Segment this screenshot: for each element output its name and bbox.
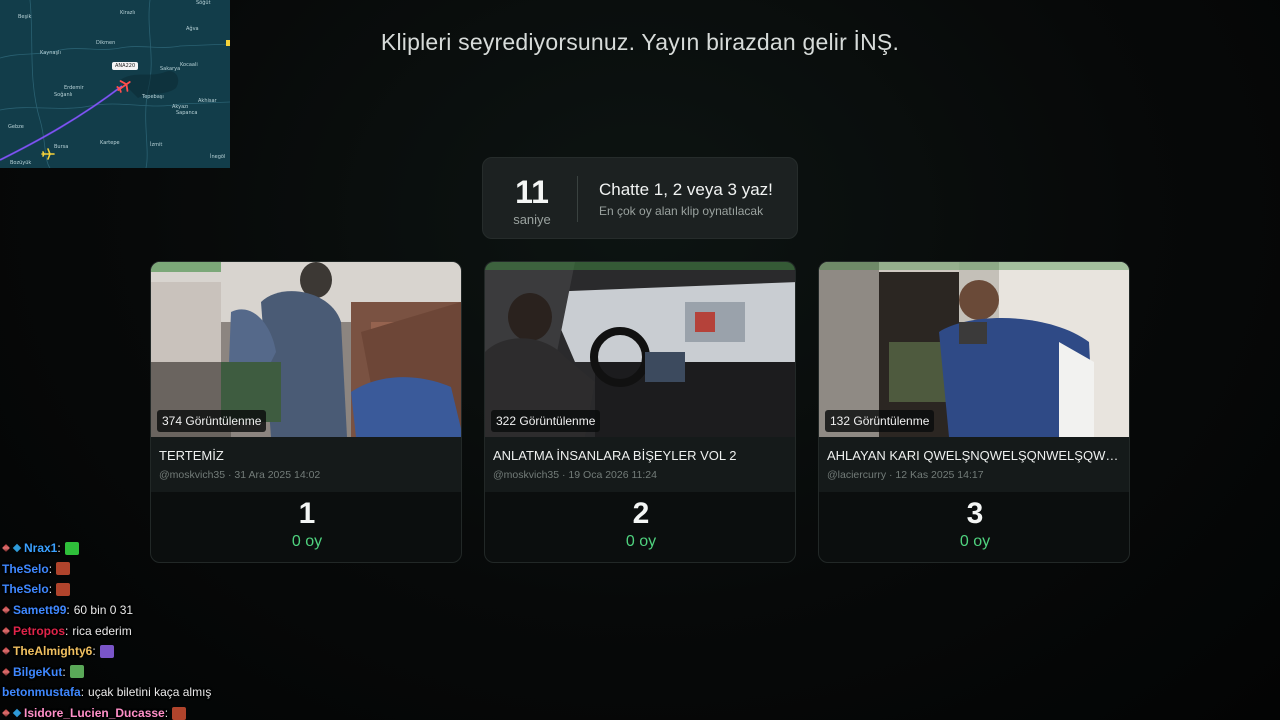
vote-number: 2	[632, 497, 650, 530]
chat-emote-icon	[56, 582, 71, 596]
chat-username[interactable]: betonmustafa	[2, 685, 81, 699]
chat-separator: :	[92, 644, 96, 659]
diamond-badge-icon	[12, 544, 22, 553]
vote-count: 0 oy	[625, 533, 657, 550]
map-city-label: Bursa	[54, 144, 69, 150]
map-city-label: Akhisar	[198, 98, 217, 104]
map-city-label: Tepebaşı	[142, 94, 164, 100]
chat-message: BilgeKut:	[2, 662, 242, 683]
chat-username[interactable]: Isidore_Lucien_Ducasse	[24, 706, 165, 720]
clip-card-2[interactable]: 322 Görüntülenme ANLATMA İNSANLARA BİŞEY…	[484, 261, 796, 563]
timer-seconds: 11	[515, 174, 549, 210]
chat-username[interactable]: BilgeKut	[13, 665, 62, 679]
clip-meta: AHLAYAN KARI QWELŞNQWELŞQNWELŞQWNLEŞQWNE…	[819, 437, 1129, 492]
chat-emote-icon	[64, 541, 79, 555]
clip-thumbnail: 322 Görüntülenme	[485, 262, 795, 437]
vote-count: 0 oy	[959, 533, 991, 550]
chat-separator: :	[65, 623, 69, 638]
chat-separator: :	[80, 685, 85, 700]
view-count-badge: 322 Görüntülenme	[491, 410, 601, 432]
clip-title: TERTEMİZ	[159, 448, 224, 463]
chat-emote-icon	[69, 665, 84, 679]
chat-username[interactable]: Nrax1	[24, 541, 57, 555]
chat-username[interactable]: TheAlmighty6	[13, 644, 92, 658]
timer-unit: saniye	[513, 212, 551, 227]
clip-title: ANLATMA İNSANLARA BİŞEYLER VOL 2	[493, 448, 737, 463]
vote-timer-panel: 11 saniye Chatte 1, 2 veya 3 yaz! En çok…	[482, 157, 798, 239]
headline: Klipleri seyrediyorsunuz. Yayın birazdan…	[380, 29, 900, 55]
chat-separator: :	[48, 582, 53, 597]
chat-emote-icon	[56, 562, 71, 576]
chat-emote-icon	[172, 706, 187, 720]
diamond-badge-icon	[12, 708, 22, 718]
chat-message: TheSelo:	[2, 559, 242, 580]
chat-separator: :	[62, 664, 66, 679]
map-city-label: Erdemir	[64, 85, 84, 91]
chat-text: uçak biletini kaça almış	[88, 685, 212, 700]
map-city-label: Akyazı	[172, 104, 189, 110]
chat-message: TheAlmighty6:	[2, 641, 242, 662]
pencil-badge-icon	[2, 709, 10, 718]
map-city-label: Sapanca	[176, 110, 198, 116]
divider	[577, 176, 578, 222]
clip-title: AHLAYAN KARI QWELŞNQWELŞQNWELŞQWNLEŞQWNE…	[827, 448, 1123, 463]
chat-feed: Nrax1: TheSelo: TheSelo: Samett99:60 bin 0 …	[2, 538, 242, 720]
clip-card-3[interactable]: 132 Görüntülenme AHLAYAN KARI QWELŞNQWEL…	[818, 261, 1130, 563]
chat-emote-icon	[99, 644, 114, 658]
flight-map: Beşik Dikmen Kirazlı Ağva Kocaali Kaynaş…	[0, 0, 230, 168]
chat-message: Nrax1:	[2, 538, 242, 559]
vote-number: 1	[298, 497, 316, 530]
chat-username[interactable]: Petropos	[13, 624, 65, 638]
clip-thumbnail: 374 Görüntülenme	[151, 262, 461, 437]
clip-meta: TERTEMİZ @moskvich35 · 31 Ara 2025 14:02	[151, 437, 461, 492]
pencil-badge-icon	[2, 606, 10, 615]
clip-author-date: @moskvich35 · 31 Ara 2025 14:02	[159, 469, 321, 481]
chat-separator: :	[66, 603, 70, 618]
chat-message: TheSelo:	[2, 579, 242, 600]
timer-instruction: Chatte 1, 2 veya 3 yaz!	[599, 180, 773, 199]
chat-message: betonmustafa: uçak biletini kaça almış	[2, 682, 242, 703]
pencil-badge-icon	[2, 647, 10, 656]
chat-separator: :	[57, 541, 61, 556]
map-city-label: Kirazlı	[120, 10, 136, 16]
pencil-badge-icon	[2, 626, 10, 635]
chat-username[interactable]: Samett99	[13, 603, 66, 617]
chat-message: Petropos: rica ederim	[2, 620, 242, 641]
chat-message: Isidore_Lucien_Ducasse:	[2, 703, 242, 720]
chat-text: rica ederim	[72, 623, 132, 638]
chat-message: Samett99:60 bin 0 31	[2, 600, 242, 621]
chat-separator: :	[48, 561, 53, 576]
flight-callsign-tag: ANA220	[112, 62, 139, 70]
view-count-badge: 132 Görüntülenme	[825, 410, 935, 432]
map-city-label: Kocaali	[180, 62, 198, 68]
map-city-label: Gebze	[8, 124, 24, 130]
map-city-label: Söğüt	[196, 0, 211, 6]
pencil-badge-icon	[2, 544, 10, 553]
map-city-label: İzmit	[150, 142, 163, 148]
clip-card-1[interactable]: 374 Görüntülenme TERTEMİZ @moskvich35 · …	[150, 261, 462, 563]
map-city-label: Sakarya	[160, 66, 181, 72]
chat-username[interactable]: TheSelo	[2, 562, 49, 576]
clip-author-date: @moskvich35 · 19 Oca 2026 11:24	[493, 469, 657, 481]
timer-subtitle: En çok oy alan klip oynatılacak	[599, 204, 764, 218]
chat-separator: :	[164, 706, 169, 720]
vote-number: 3	[966, 497, 984, 530]
map-city-label: Beşik	[18, 14, 32, 20]
map-city-label: İnegöl	[210, 154, 226, 160]
clip-thumbnail: 132 Görüntülenme	[819, 262, 1129, 437]
clip-author-date: @laciercurry · 12 Kas 2025 14:17	[827, 469, 984, 481]
chat-username[interactable]: TheSelo	[2, 582, 49, 596]
pencil-badge-icon	[2, 667, 10, 676]
chat-text: 60 bin 0 31	[73, 603, 134, 618]
map-city-label: Soğanlı	[54, 92, 73, 98]
clip-meta: ANLATMA İNSANLARA BİŞEYLER VOL 2 @moskvi…	[485, 437, 795, 492]
map-city-label: Kartepe	[100, 140, 120, 146]
view-count-badge: 374 Görüntülenme	[157, 410, 267, 432]
map-city-label: Bozüyük	[10, 160, 32, 166]
